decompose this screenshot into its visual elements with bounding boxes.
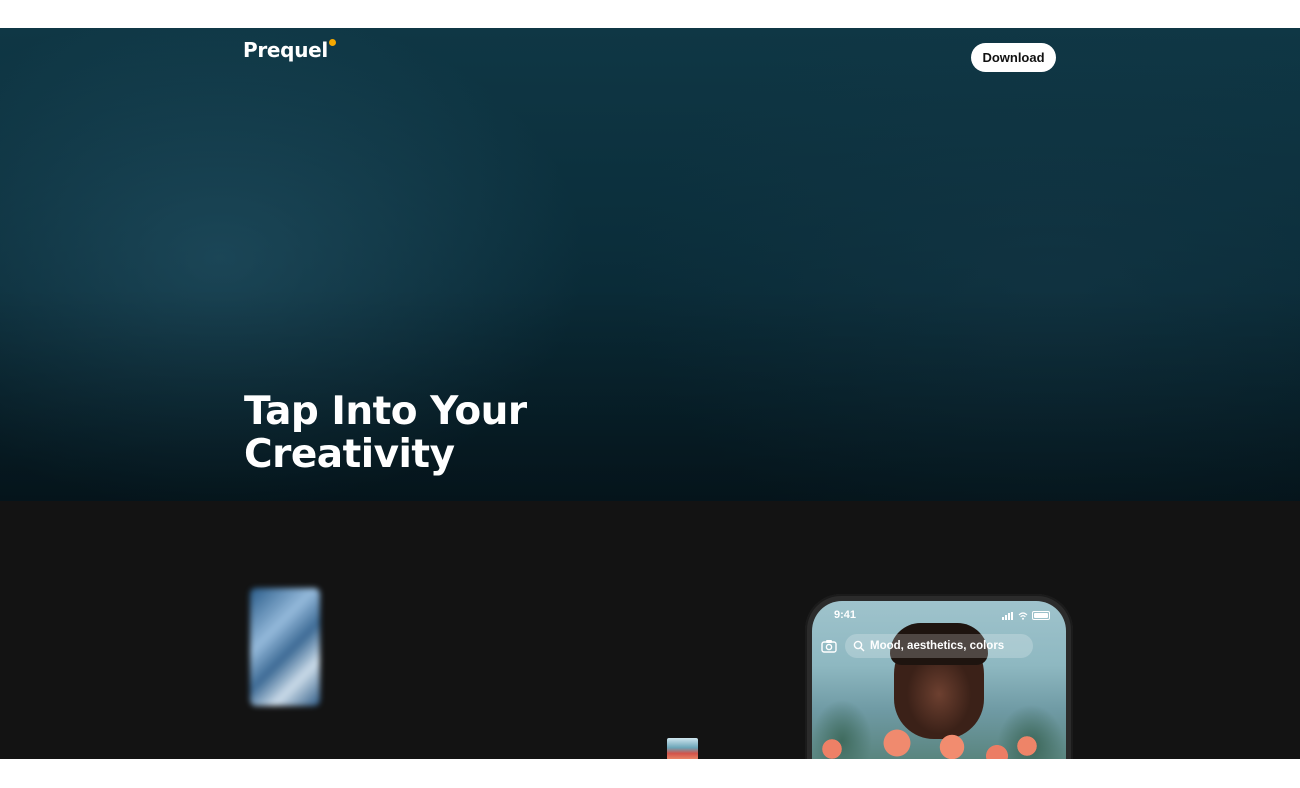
search-icon bbox=[853, 640, 865, 652]
status-icons bbox=[1002, 611, 1050, 620]
download-button[interactable]: Download bbox=[971, 43, 1056, 72]
camera-icon[interactable] bbox=[821, 639, 837, 653]
prequel-logo[interactable]: Prequel bbox=[243, 38, 336, 66]
small-preview-image bbox=[667, 738, 698, 759]
site-header: Prequel Download bbox=[243, 38, 1056, 72]
flowers-foreground bbox=[812, 721, 1066, 759]
logo-dot-icon bbox=[328, 39, 336, 46]
search-input[interactable]: Mood, aesthetics, colors bbox=[845, 634, 1033, 658]
blurred-preview-image bbox=[250, 588, 320, 706]
logo-text: Prequel bbox=[243, 38, 328, 62]
status-time: 9:41 bbox=[834, 609, 857, 621]
signal-icon bbox=[1002, 611, 1014, 620]
hero-section: Prequel Download Tap Into Your Creativit… bbox=[0, 28, 1300, 501]
battery-icon bbox=[1032, 611, 1050, 620]
page-viewport: Prequel Download Tap Into Your Creativit… bbox=[0, 28, 1300, 759]
phone-mockup: 9:41 Mood, aesthetics, colors bbox=[805, 594, 1073, 759]
hero-title-line-2: Creativity bbox=[244, 432, 455, 477]
hero-title-line-1: Tap Into Your bbox=[244, 389, 527, 434]
hero-title: Tap Into Your Creativity bbox=[244, 390, 624, 476]
search-placeholder: Mood, aesthetics, colors bbox=[870, 640, 1005, 652]
phone-screen: 9:41 Mood, aesthetics, colors bbox=[812, 601, 1066, 759]
hero-image bbox=[0, 28, 1300, 501]
wifi-icon bbox=[1018, 611, 1028, 620]
